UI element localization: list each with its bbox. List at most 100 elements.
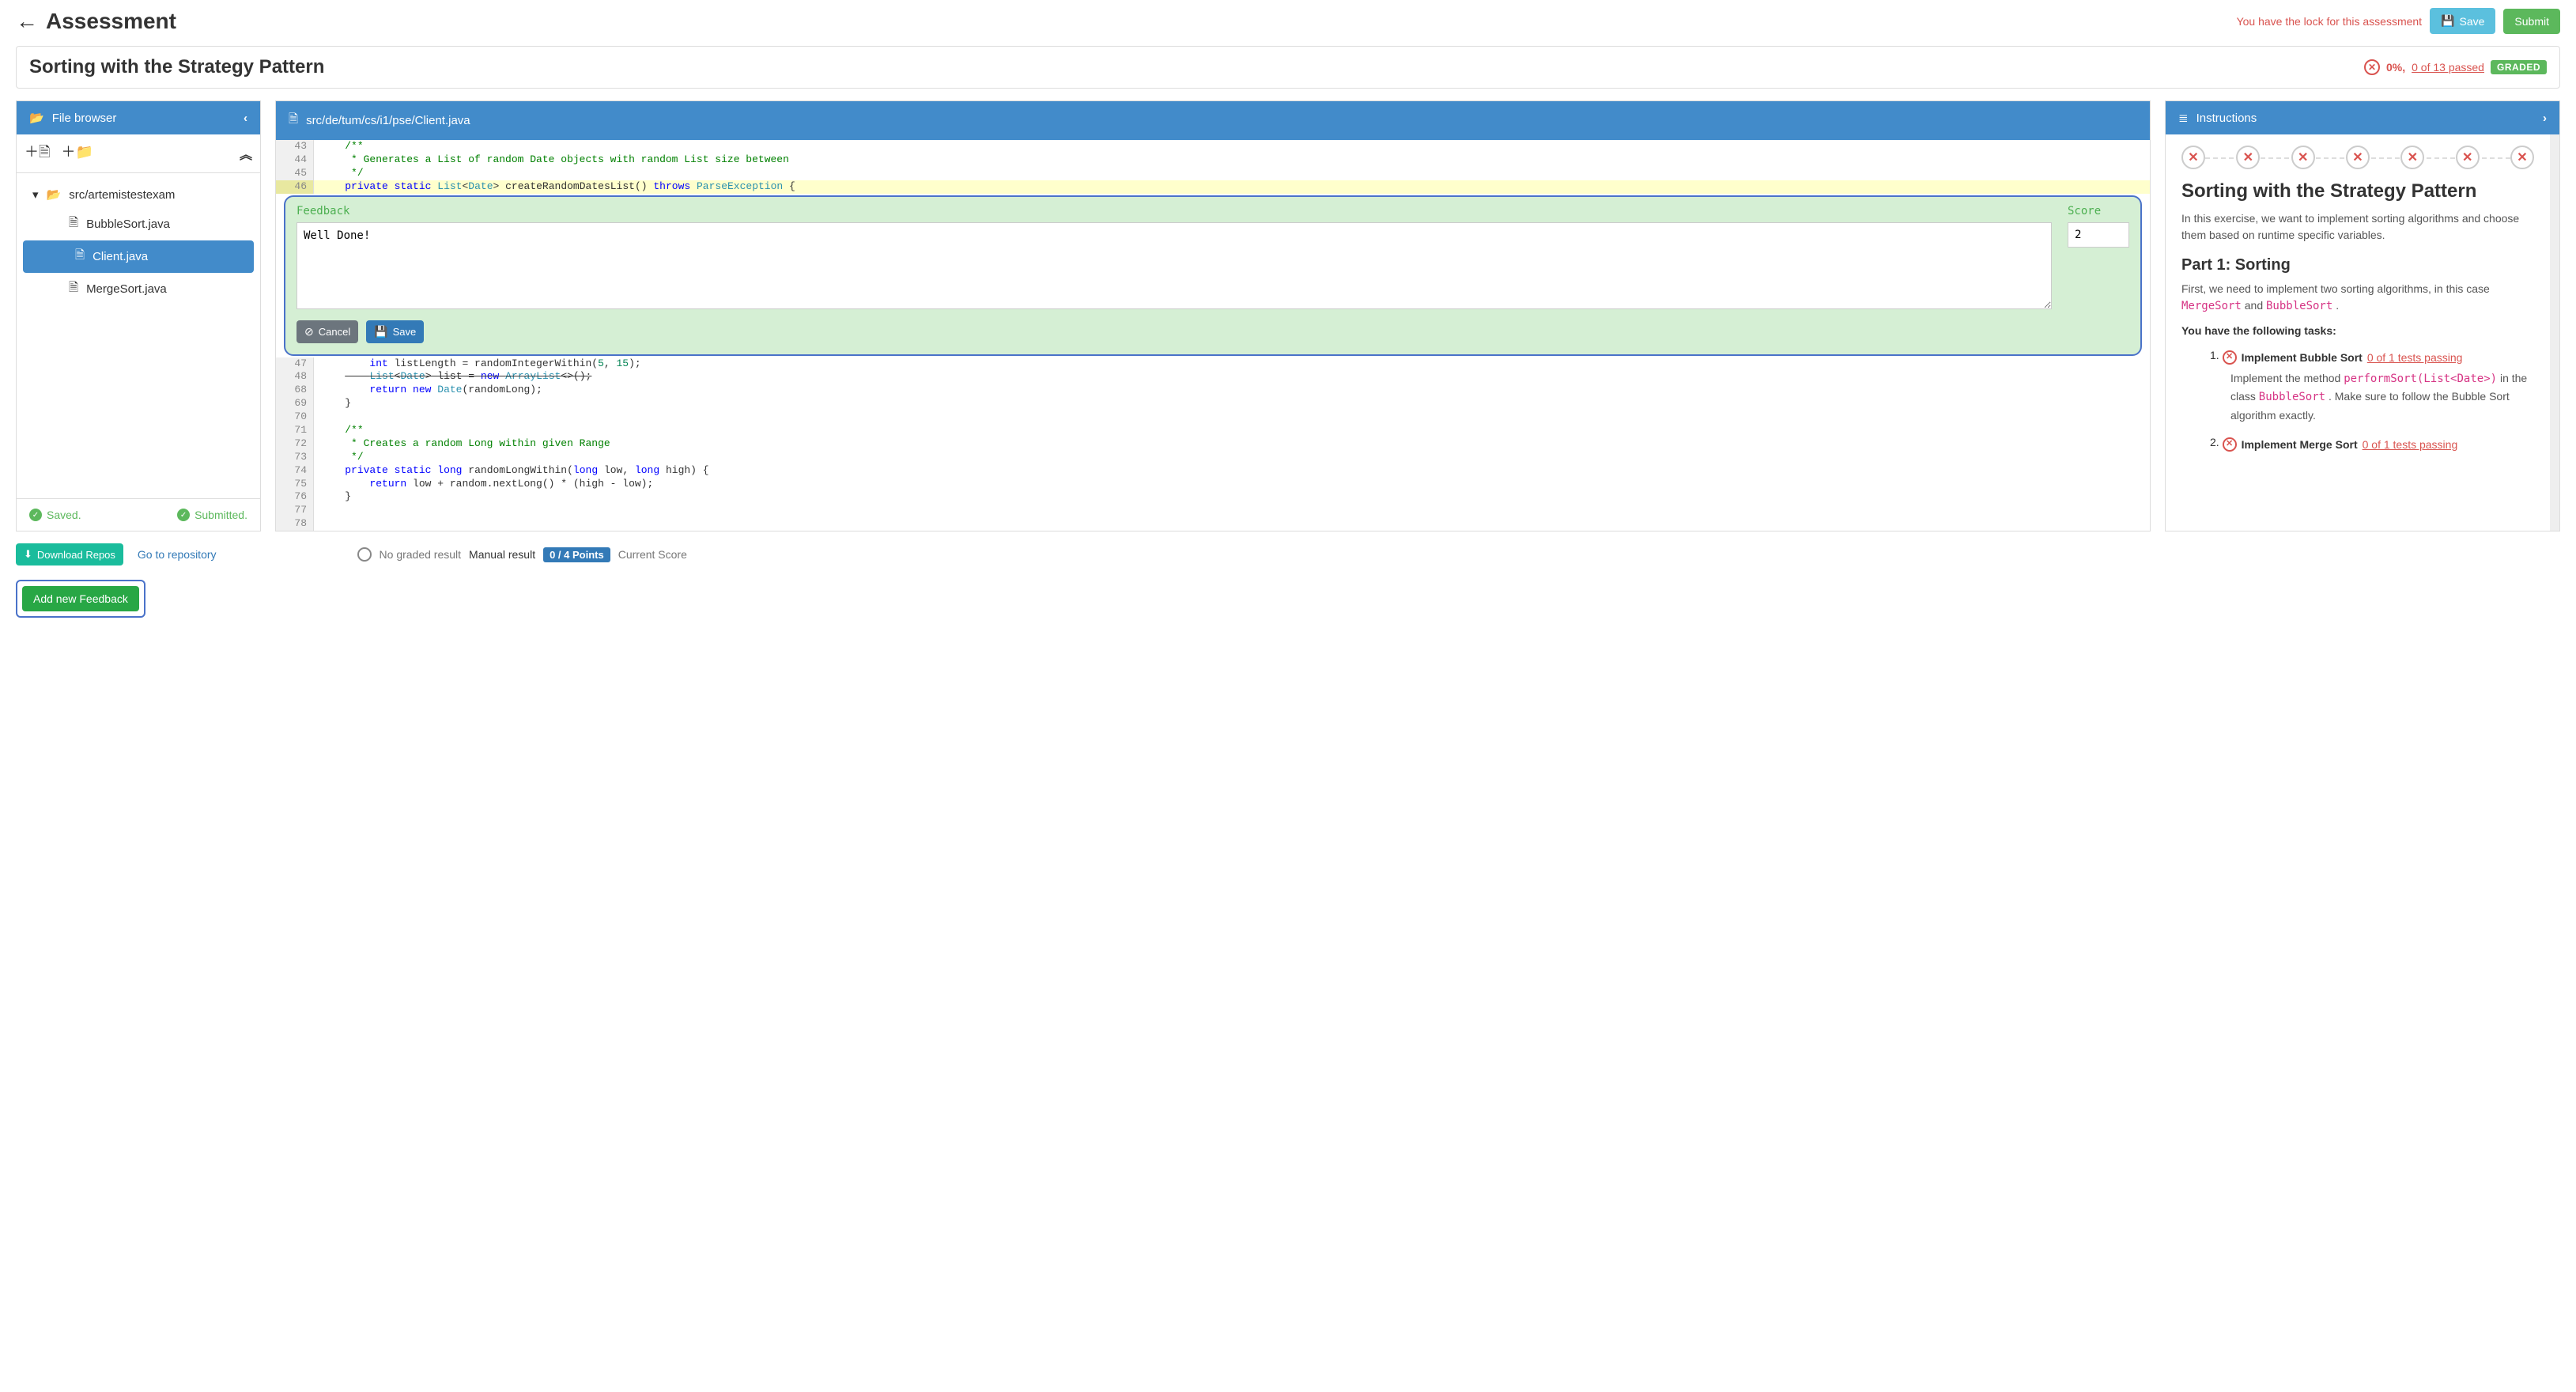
code-ref: BubbleSort bbox=[2266, 300, 2332, 312]
line-number: 75 bbox=[276, 478, 314, 491]
code-content: return low + random.nextLong() * (high -… bbox=[314, 478, 2150, 491]
code-content: } bbox=[314, 397, 2150, 410]
tree-file-bubblesort[interactable]: 🗎 BubbleSort.java bbox=[17, 208, 260, 240]
code-ref: MergeSort bbox=[2181, 300, 2242, 312]
result-percent: 0%, bbox=[2386, 61, 2405, 74]
task-item-2: 2. ✕ Implement Merge Sort 0 of 1 tests p… bbox=[2210, 433, 2534, 453]
exercise-status: ✕ 0%, 0 of 13 passed GRADED bbox=[2364, 59, 2547, 75]
task-header: 2. ✕ Implement Merge Sort 0 of 1 tests p… bbox=[2210, 433, 2534, 453]
score-input[interactable] bbox=[2068, 222, 2129, 248]
submit-label: Submit bbox=[2514, 15, 2549, 28]
code-line[interactable]: 43 /** bbox=[276, 140, 2150, 153]
code-line[interactable]: 73 */ bbox=[276, 451, 2150, 464]
tree-folder-root[interactable]: ▾ 📂 src/artemistestexam bbox=[17, 181, 260, 208]
instructions-title: Instructions bbox=[2196, 112, 2257, 125]
timeline-fail-node[interactable]: ✕ bbox=[2510, 146, 2534, 169]
saved-label: Saved. bbox=[47, 509, 81, 521]
new-folder-icon[interactable]: ＋📁 bbox=[61, 141, 93, 166]
save-icon: 💾 bbox=[374, 325, 387, 339]
file-browser-panel: 📂 File browser ‹ ＋🗎 ＋📁 ︽ ▾ 📂 src/artemis… bbox=[16, 100, 261, 531]
manual-result-text: Manual result bbox=[469, 548, 535, 561]
line-number: 47 bbox=[276, 357, 314, 371]
score-header-label: Score bbox=[2068, 205, 2129, 218]
code-line[interactable]: 45 */ bbox=[276, 167, 2150, 180]
task-item-1: 1. ✕ Implement Bubble Sort 0 of 1 tests … bbox=[2210, 346, 2534, 424]
feedback-cancel-button[interactable]: ⊘ Cancel bbox=[297, 320, 358, 343]
check-icon: ✓ bbox=[29, 509, 42, 521]
feedback-save-button[interactable]: 💾 Save bbox=[366, 320, 424, 343]
line-number: 72 bbox=[276, 437, 314, 451]
code-line[interactable]: 70 bbox=[276, 410, 2150, 424]
code-line[interactable]: 77 bbox=[276, 504, 2150, 517]
code-line[interactable]: 47 int listLength = randomIntegerWithin(… bbox=[276, 357, 2150, 371]
timeline-fail-node[interactable]: ✕ bbox=[2181, 146, 2205, 169]
result-passed-link[interactable]: 0 of 13 passed bbox=[2412, 61, 2484, 74]
code-line[interactable]: 71 /** bbox=[276, 424, 2150, 437]
collapse-left-icon[interactable]: ‹ bbox=[244, 112, 247, 125]
code-line[interactable]: 69 } bbox=[276, 397, 2150, 410]
line-number: 68 bbox=[276, 384, 314, 397]
code-content: private static List<Date> createRandomDa… bbox=[314, 180, 2150, 194]
code-line[interactable]: 75 return low + random.nextLong() * (hig… bbox=[276, 478, 2150, 491]
inline-feedback-box: Feedback Score ⊘ Cancel 💾 Save bbox=[284, 195, 2142, 356]
file-icon: 🗎 bbox=[69, 214, 78, 234]
code-content: return new Date(randomLong); bbox=[314, 384, 2150, 397]
timeline-fail-node[interactable]: ✕ bbox=[2291, 146, 2315, 169]
line-number: 44 bbox=[276, 153, 314, 167]
save-button[interactable]: 💾 Save bbox=[2430, 8, 2495, 34]
code-content: /** bbox=[314, 140, 2150, 153]
no-result-text: No graded result bbox=[380, 548, 462, 561]
cancel-label: Cancel bbox=[319, 326, 350, 338]
code-line[interactable]: 46 private static List<Date> createRando… bbox=[276, 180, 2150, 194]
code-content bbox=[314, 410, 2150, 424]
submit-button[interactable]: Submit bbox=[2503, 9, 2560, 34]
add-feedback-label: Add new Feedback bbox=[33, 592, 128, 605]
timeline-fail-node[interactable]: ✕ bbox=[2456, 146, 2480, 169]
instructions-h1: Sorting with the Strategy Pattern bbox=[2181, 180, 2534, 202]
code-line[interactable]: 44 * Generates a List of random Date obj… bbox=[276, 153, 2150, 167]
file-icon: 🗎 bbox=[69, 279, 78, 299]
code-content: /** bbox=[314, 424, 2150, 437]
instructions-part1-title: Part 1: Sorting bbox=[2181, 256, 2534, 274]
page-header: ← Assessment You have the lock for this … bbox=[16, 8, 2560, 34]
folder-icon: 📂 bbox=[47, 187, 62, 202]
tree-file-client[interactable]: 🗎 Client.java bbox=[23, 240, 254, 273]
file-icon: 🗎 bbox=[289, 111, 298, 130]
line-number: 70 bbox=[276, 410, 314, 424]
line-number: 74 bbox=[276, 464, 314, 478]
new-file-icon[interactable]: ＋🗎 bbox=[25, 141, 50, 166]
exercise-title: Sorting with the Strategy Pattern bbox=[29, 56, 324, 78]
text: First, we need to implement two sorting … bbox=[2181, 282, 2490, 295]
timeline-fail-node[interactable]: ✕ bbox=[2346, 146, 2370, 169]
code-line[interactable]: 68 return new Date(randomLong); bbox=[276, 384, 2150, 397]
tree-file-label: MergeSort.java bbox=[86, 282, 167, 296]
code-line[interactable]: 78 bbox=[276, 517, 2150, 531]
code-content: int listLength = randomIntegerWithin(5, … bbox=[314, 357, 2150, 371]
code-content bbox=[314, 517, 2150, 531]
code-line[interactable]: 74 private static long randomLongWithin(… bbox=[276, 464, 2150, 478]
tree-file-mergesort[interactable]: 🗎 MergeSort.java bbox=[17, 273, 260, 305]
collapse-right-icon[interactable]: › bbox=[2543, 112, 2547, 125]
code-content: List<Date> list = new ArrayList<>(); bbox=[314, 370, 2150, 384]
task-body: Implement the method performSort(List<Da… bbox=[2210, 369, 2534, 424]
back-arrow-icon[interactable]: ← bbox=[16, 9, 38, 34]
line-number: 69 bbox=[276, 397, 314, 410]
add-feedback-button[interactable]: Add new Feedback bbox=[22, 586, 139, 611]
download-repos-button[interactable]: ⬇ Download Repos bbox=[16, 543, 123, 566]
submitted-label: Submitted. bbox=[195, 509, 247, 521]
tasks-intro: You have the following tasks: bbox=[2181, 324, 2534, 337]
goto-repo-link[interactable]: Go to repository bbox=[138, 548, 217, 561]
code-line[interactable]: 48 List<Date> list = new ArrayList<>(); bbox=[276, 370, 2150, 384]
feedback-textarea[interactable] bbox=[297, 222, 2052, 309]
task-status-link[interactable]: 0 of 1 tests passing bbox=[2367, 349, 2463, 366]
collapse-updown-icon[interactable]: ︽ bbox=[240, 144, 252, 163]
code-line[interactable]: 76 } bbox=[276, 490, 2150, 504]
timeline-fail-node[interactable]: ✕ bbox=[2400, 146, 2424, 169]
code-content: } bbox=[314, 490, 2150, 504]
code-line[interactable]: 72 * Creates a random Long within given … bbox=[276, 437, 2150, 451]
task-fail-icon: ✕ bbox=[2223, 350, 2237, 365]
task-number: 2. bbox=[2210, 436, 2219, 448]
timeline-fail-node[interactable]: ✕ bbox=[2236, 146, 2260, 169]
task-status-link[interactable]: 0 of 1 tests passing bbox=[2363, 436, 2458, 453]
download-icon: ⬇ bbox=[24, 548, 32, 561]
